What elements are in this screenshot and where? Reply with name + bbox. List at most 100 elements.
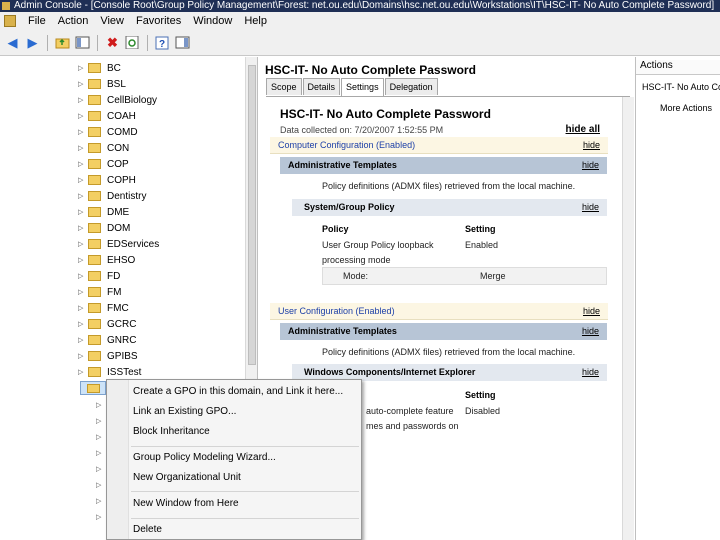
admin-templates-header[interactable]: Administrative Templates hide: [280, 157, 607, 174]
tree-expander-icon[interactable]: ▷: [78, 80, 88, 88]
menu-item-create-gpo[interactable]: Create a GPO in this domain, and Link it…: [133, 386, 343, 397]
menu-item-link-existing-gpo[interactable]: Link an Existing GPO...: [133, 406, 236, 417]
user-config-header[interactable]: User Configuration (Enabled) hide: [270, 303, 608, 320]
tree-expander[interactable]: ▷: [96, 417, 106, 425]
tree-expander-icon[interactable]: ▷: [78, 272, 88, 280]
menu-item-new-window[interactable]: New Window from Here: [133, 498, 239, 509]
tree-item[interactable]: ▷ ISSTest: [78, 364, 141, 380]
ou-folder-icon: [88, 271, 101, 281]
tree-item[interactable]: ▷ FM: [78, 284, 121, 300]
tree-item[interactable]: ▷ EHSO: [78, 252, 135, 268]
tree-item[interactable]: ▷ GPIBS: [78, 348, 138, 364]
tree-expander-icon[interactable]: ▷: [78, 336, 88, 344]
tree-expander-icon[interactable]: ▷: [78, 128, 88, 136]
tree-item[interactable]: ▷ GNRC: [78, 332, 136, 348]
tree-expander-icon[interactable]: ▷: [78, 240, 88, 248]
hide-link[interactable]: hide: [582, 157, 599, 174]
tree-item[interactable]: ▷ GCRC: [78, 316, 136, 332]
menu-file[interactable]: File: [22, 15, 52, 27]
menu-item-delete[interactable]: Delete: [133, 524, 162, 535]
hide-link[interactable]: hide: [582, 364, 599, 381]
hide-link[interactable]: hide: [583, 137, 600, 154]
hide-link[interactable]: hide: [582, 323, 599, 340]
tree-item[interactable]: ▷ FD: [78, 268, 120, 284]
tree-item[interactable]: ▷ BC: [78, 60, 121, 76]
tree-item[interactable]: ▷ DOM: [78, 220, 130, 236]
tree-expander-icon[interactable]: ▷: [78, 192, 88, 200]
tree-expander-icon[interactable]: ▷: [78, 256, 88, 264]
tab-delegation[interactable]: Delegation: [384, 78, 438, 95]
tree-expander-icon[interactable]: ▷: [78, 208, 88, 216]
more-actions-link[interactable]: More Actions: [660, 103, 712, 113]
tree-expander-icon[interactable]: ▷: [78, 304, 88, 312]
user-admin-templates-header[interactable]: Administrative Templates hide: [280, 323, 607, 340]
tree-item[interactable]: ▷ EDServices: [78, 236, 159, 252]
tree-expander-icon[interactable]: ▷: [78, 96, 88, 104]
tree-item-label: COAH: [107, 110, 136, 122]
ou-folder-icon: [88, 287, 101, 297]
tree-item[interactable]: ▷ COPH: [78, 172, 136, 188]
menu-view[interactable]: View: [94, 15, 130, 27]
tree-item[interactable]: ▷ CON: [78, 140, 129, 156]
ou-folder-icon: [88, 223, 101, 233]
tree-expander-icon[interactable]: ▷: [78, 368, 88, 376]
ou-folder-icon: [88, 111, 101, 121]
tree-expander[interactable]: ▷: [96, 465, 106, 473]
hide-all-link[interactable]: hide all: [566, 124, 600, 135]
tree-expander-icon[interactable]: ▷: [78, 320, 88, 328]
menu-window[interactable]: Window: [187, 15, 238, 27]
tree-expander-icon[interactable]: ▷: [78, 112, 88, 120]
menu-item-block-inheritance[interactable]: Block Inheritance: [133, 426, 210, 437]
tree-scrollbar-thumb[interactable]: [248, 65, 256, 365]
help-icon[interactable]: ?: [154, 34, 171, 51]
tree-expander-icon[interactable]: ▷: [78, 176, 88, 184]
menu-separator: [131, 491, 359, 492]
hide-link[interactable]: hide: [583, 303, 600, 320]
system-group-policy-header[interactable]: System/Group Policy hide: [292, 199, 607, 216]
menu-item-new-ou[interactable]: New Organizational Unit: [133, 472, 241, 483]
tree-expander-icon[interactable]: ▷: [78, 64, 88, 72]
tab-details[interactable]: Details: [302, 78, 341, 95]
tab-scope[interactable]: Scope: [266, 78, 302, 95]
tree-expander-icon[interactable]: ▷: [78, 352, 88, 360]
menu-item-modeling-wizard[interactable]: Group Policy Modeling Wizard...: [133, 452, 276, 463]
menu-help[interactable]: Help: [238, 15, 273, 27]
tree-item[interactable]: ▷ COP: [78, 156, 129, 172]
back-arrow-icon[interactable]: ◀: [4, 34, 21, 51]
tree-expander-icon[interactable]: ▷: [78, 288, 88, 296]
tree-item[interactable]: ▷ BSL: [78, 76, 126, 92]
forward-arrow-icon[interactable]: ▶: [24, 34, 41, 51]
selected-tree-item[interactable]: [80, 381, 106, 395]
computer-config-header[interactable]: Computer Configuration (Enabled) hide: [270, 137, 608, 154]
up-folder-icon[interactable]: [54, 34, 71, 51]
autocomplete-policy-name-cont: mes and passwords on: [366, 421, 459, 431]
tree-expander[interactable]: ▷: [96, 449, 106, 457]
tree-item[interactable]: ▷ Dentistry: [78, 188, 146, 204]
tree-item[interactable]: ▷ FMC: [78, 300, 129, 316]
menu-favorites[interactable]: Favorites: [130, 15, 187, 27]
hide-link[interactable]: hide: [582, 199, 599, 216]
action-pane-icon[interactable]: [174, 34, 191, 51]
actions-subheader[interactable]: HSC-IT- No Auto Compl...: [642, 82, 720, 92]
report-scrollbar[interactable]: [622, 97, 634, 540]
tree-expander-icon[interactable]: ▷: [78, 144, 88, 152]
ou-folder-icon: [88, 335, 101, 345]
menu-action[interactable]: Action: [52, 15, 95, 27]
tree-expander[interactable]: ▷: [96, 433, 106, 441]
tree-expander-icon[interactable]: ▷: [78, 160, 88, 168]
tree-expander[interactable]: ▷: [96, 401, 106, 409]
tree-item[interactable]: ▷ COAH: [78, 108, 136, 124]
show-hide-tree-icon[interactable]: [74, 34, 91, 51]
tree-expander[interactable]: ▷: [96, 481, 106, 489]
ou-folder-icon: [88, 239, 101, 249]
refresh-icon[interactable]: [124, 34, 141, 51]
tab-settings[interactable]: Settings: [341, 78, 384, 96]
delete-icon[interactable]: ✖: [104, 34, 121, 51]
tree-item[interactable]: ▷ CellBiology: [78, 92, 157, 108]
console-menu-icon[interactable]: [4, 15, 16, 27]
tree-item[interactable]: ▷ DME: [78, 204, 129, 220]
tree-expander[interactable]: ▷: [96, 513, 106, 521]
tree-expander[interactable]: ▷: [96, 497, 106, 505]
tree-expander-icon[interactable]: ▷: [78, 224, 88, 232]
tree-item[interactable]: ▷ COMD: [78, 124, 138, 140]
